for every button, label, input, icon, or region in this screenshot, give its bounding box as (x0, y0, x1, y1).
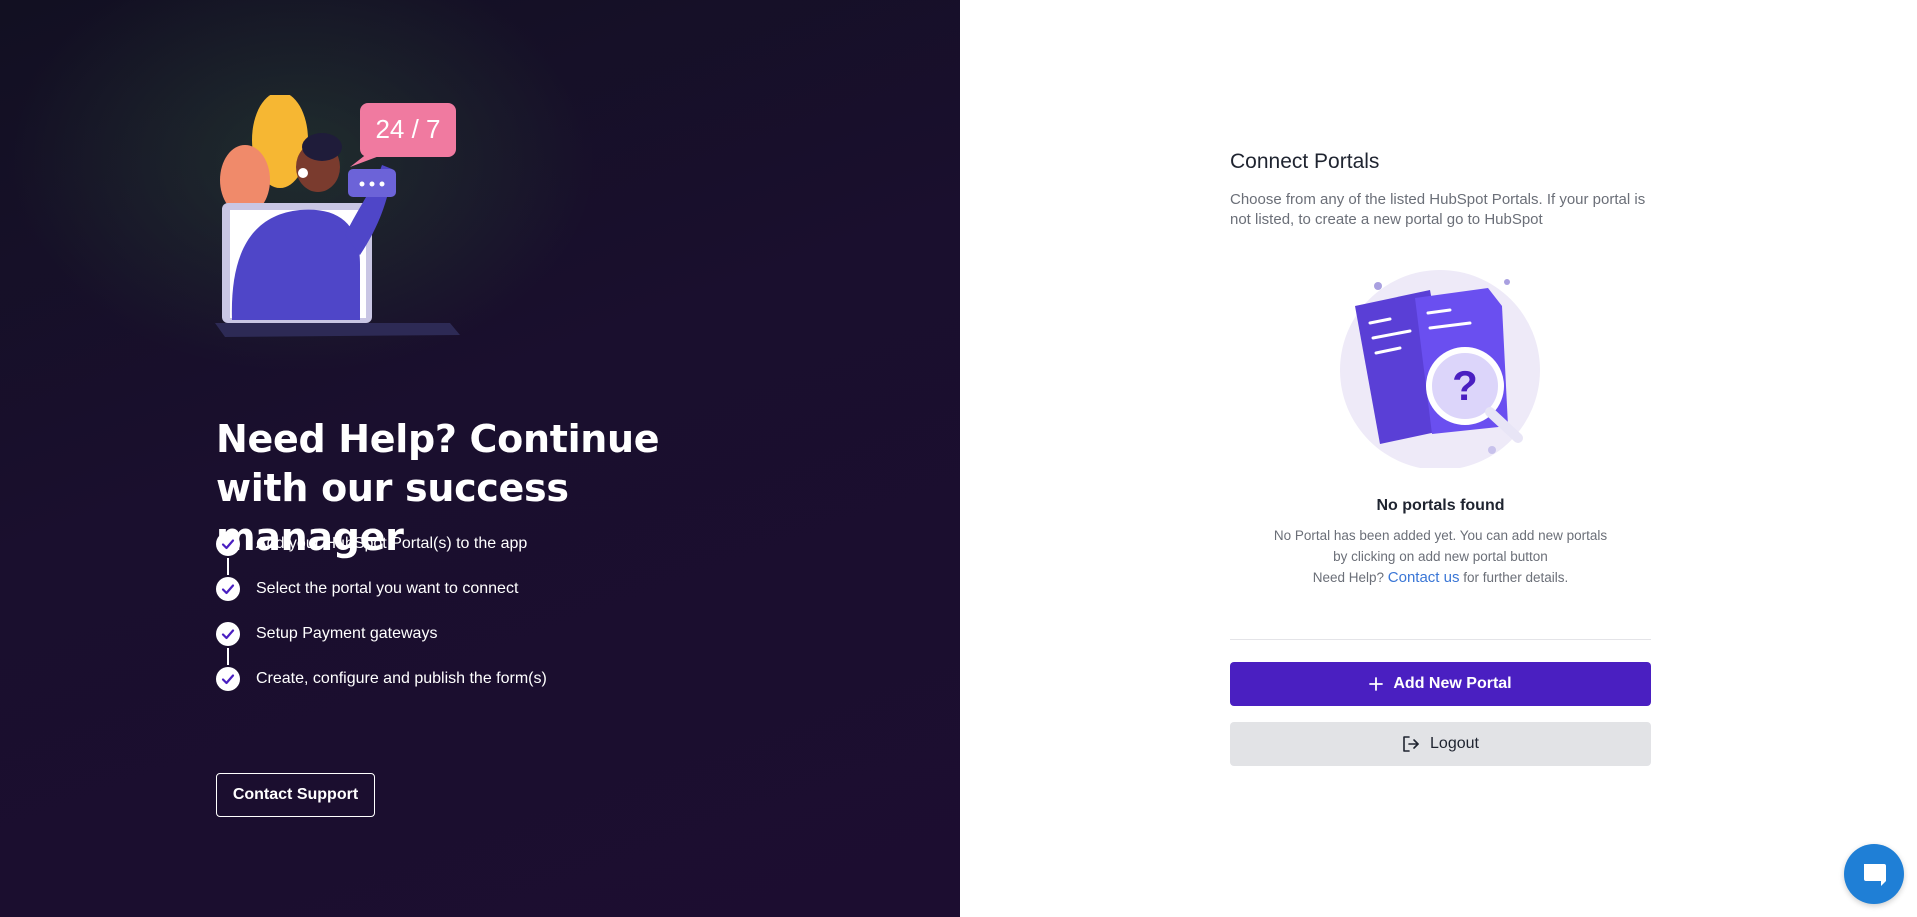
divider (1230, 639, 1651, 640)
support-agent-illustration: 24 / 7 (215, 95, 460, 337)
logout-button[interactable]: Logout (1230, 722, 1651, 766)
connect-portals-card: Connect Portals Choose from any of the l… (1230, 148, 1651, 766)
empty-state-title: No portals found (1376, 497, 1505, 514)
step-item: Select the portal you want to connect (216, 577, 547, 622)
empty-state-text: No Portal has been added yet. You can ad… (1230, 525, 1651, 588)
help-prefix: Need Help? (1312, 570, 1384, 585)
logout-label: Logout (1430, 735, 1479, 752)
check-icon (216, 622, 240, 646)
page-title: Connect Portals (1230, 150, 1380, 173)
onboarding-steps: Add your HubSpot Portal(s) to the app Se… (216, 532, 547, 712)
empty-state-line-2: by clicking on add new portal button (1333, 549, 1548, 564)
no-portals-illustration: ? (1340, 270, 1540, 468)
page-description: Choose from any of the listed HubSpot Po… (1230, 191, 1646, 228)
step-label: Add your HubSpot Portal(s) to the app (256, 535, 528, 552)
step-item: Setup Payment gateways (216, 622, 547, 667)
add-new-portal-button[interactable]: Add New Portal (1230, 662, 1651, 706)
svg-text:?: ? (1452, 362, 1478, 409)
plus-icon (1369, 677, 1384, 691)
step-item: Create, configure and publish the form(s… (216, 667, 547, 712)
step-label: Create, configure and publish the form(s… (256, 670, 547, 687)
step-connector (227, 648, 229, 665)
check-icon (216, 667, 240, 691)
add-new-portal-label: Add New Portal (1393, 675, 1512, 692)
empty-state-help: Need Help? Contact us for further detail… (1230, 567, 1651, 588)
check-icon (216, 532, 240, 556)
badge-text: 24 / 7 (375, 114, 440, 144)
step-label: Select the portal you want to connect (256, 580, 519, 597)
logout-icon (1403, 736, 1419, 752)
help-suffix: for further details. (1463, 570, 1569, 585)
chat-launcher-button[interactable] (1844, 844, 1904, 904)
step-item: Add your HubSpot Portal(s) to the app (216, 532, 547, 577)
right-panel: Connect Portals Choose from any of the l… (960, 0, 1917, 917)
step-label: Setup Payment gateways (256, 625, 438, 642)
empty-state-line-1: No Portal has been added yet. You can ad… (1273, 528, 1608, 543)
step-connector (227, 558, 229, 575)
chat-icon (1864, 864, 1886, 886)
left-panel: 24 / 7 Need Help? Continue with our succ… (0, 0, 960, 917)
contact-us-link[interactable]: Contact us (1388, 569, 1460, 586)
check-icon (216, 577, 240, 601)
contact-support-button[interactable]: Contact Support (216, 773, 375, 817)
